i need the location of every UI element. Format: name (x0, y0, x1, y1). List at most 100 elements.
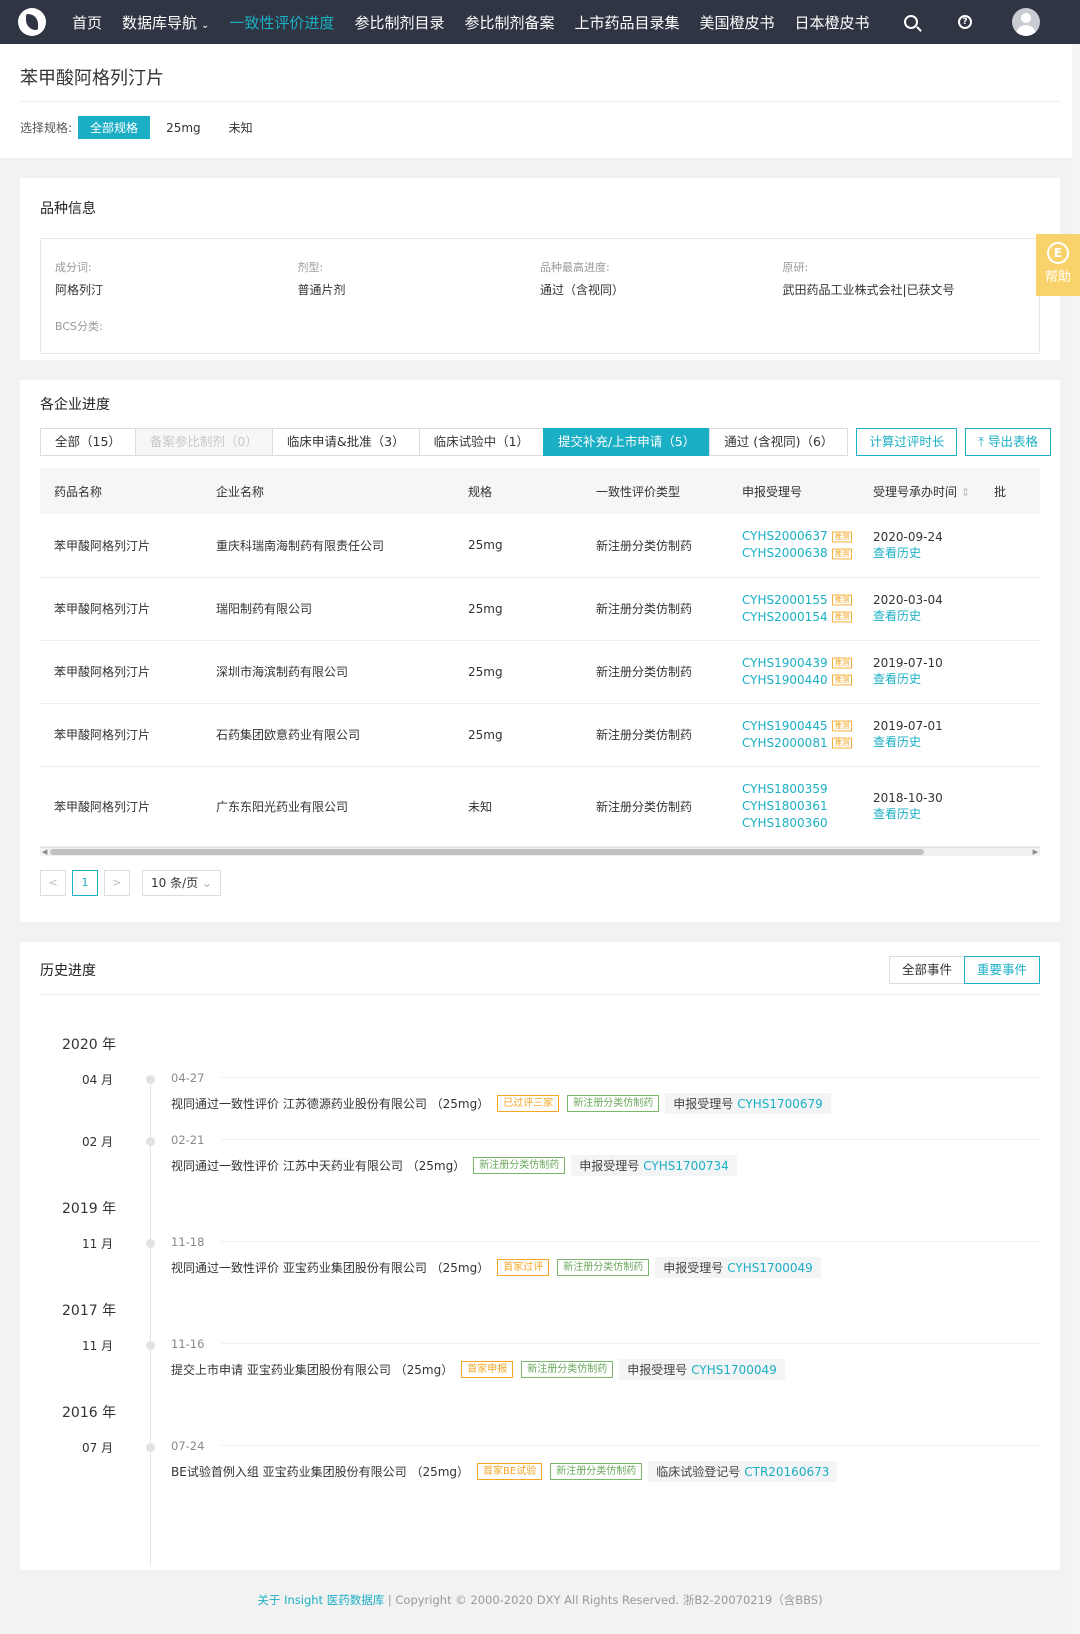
cell-more (980, 514, 1040, 578)
cell-acceptance: CYHS1800359 CYHS1800361 CYHS1800360 (728, 766, 859, 847)
nav-right: ? (904, 0, 1080, 44)
acceptance-link[interactable]: CYHS1800361 (742, 798, 828, 815)
cell-type: 新注册分类仿制药 (582, 766, 728, 847)
registration-link[interactable]: CYHS1700679 (737, 1097, 823, 1111)
page-1-button[interactable]: 1 (72, 869, 98, 896)
registration-link[interactable]: CTR20160673 (744, 1465, 829, 1479)
tab-2[interactable]: 临床申请&批准（3） (271, 428, 420, 456)
section-title: 历史进度 (40, 963, 96, 979)
inferred-badge: 推测 (831, 674, 852, 686)
scroll-thumb[interactable] (50, 848, 924, 855)
acceptance-link[interactable]: CYHS1800359 (742, 781, 828, 798)
important-events-button[interactable]: 重要事件 (963, 956, 1040, 984)
view-history-link[interactable]: 查看历史 (873, 733, 980, 750)
search-icon[interactable] (904, 15, 918, 29)
event-body: 提交上市申请 亚宝药业集团股份有限公司 （25mg） 首家申报 新注册分类仿制药 … (171, 1359, 785, 1380)
page-title: 苯甲酸阿格列汀片 (20, 44, 1060, 102)
section-title: 品种信息 (40, 201, 96, 217)
acceptance-link[interactable]: CYHS1900439 (742, 655, 828, 672)
nav-item-5[interactable]: 上市药品目录集 (574, 12, 679, 33)
spec-unknown-button[interactable]: 未知 (217, 116, 265, 139)
cell-type: 新注册分类仿制药 (582, 703, 728, 767)
acceptance-link[interactable]: CYHS2000081 (742, 735, 828, 752)
originator-link[interactable]: 武田药品工业株式会社|已获文号 (783, 281, 1026, 298)
event-date: 04-27 (171, 1071, 205, 1085)
tab-1[interactable]: 备案参比制剂（0） (134, 428, 273, 456)
event-month: 11 月 (82, 1339, 114, 1353)
copyright: Copyright © 2000-2020 DXY All Rights Res… (395, 1593, 823, 1607)
cell-spec: 25mg (454, 577, 582, 641)
col-drug: 药品名称 (40, 468, 202, 514)
help-icon[interactable]: ? (958, 15, 972, 29)
registration-link[interactable]: CYHS1700734 (643, 1159, 729, 1173)
nav-item-0[interactable]: 首页 (72, 12, 102, 33)
scroll-right-icon[interactable]: ▶ (1033, 848, 1038, 856)
registration-link[interactable]: CYHS1700049 (727, 1261, 813, 1275)
info-label: 品种最高进度: (540, 261, 610, 274)
acceptance-link[interactable]: CYHS1900440 (742, 672, 828, 689)
timeline-event: 11 月 11-16 提交上市申请 亚宝药业集团股份有限公司 （25mg） 首家… (40, 1331, 1040, 1393)
avatar[interactable] (1012, 8, 1040, 36)
chevron-down-icon: ⌄ (201, 875, 213, 890)
scroll-left-icon[interactable]: ◀ (42, 848, 47, 856)
nav-item-7[interactable]: 日本橙皮书 (795, 12, 870, 33)
acceptance-link[interactable]: CYHS2000638 (742, 545, 828, 562)
cell-acceptance: CYHS1900439 推测 CYHS1900440 推测 (728, 640, 859, 704)
nav-item-2[interactable]: 一致性评价进度 (229, 12, 334, 33)
spec-all-button[interactable]: 全部规格 (78, 116, 151, 139)
view-history-link[interactable]: 查看历史 (873, 607, 980, 624)
col-date[interactable]: 受理号承办时间 ⇕ (859, 468, 980, 514)
sort-icon[interactable]: ⇕ (961, 486, 970, 499)
view-history-link[interactable]: 查看历史 (873, 805, 980, 822)
page-size-select[interactable]: 10 条/页 ⌄ (142, 869, 222, 896)
timeline-dot-icon (146, 1137, 155, 1146)
event-month: 11 月 (82, 1237, 114, 1251)
tab-0[interactable]: 全部（15） (40, 428, 136, 456)
export-table-button[interactable]: ⤒ 导出表格 (965, 428, 1051, 456)
calc-duration-button[interactable]: 计算过评时长 (856, 428, 958, 456)
nav-item-3[interactable]: 参比制剂目录 (354, 12, 444, 33)
timeline: 2020 年 04 月 04-27 视同通过一致性评价 江苏德源药业股份有限公司… (40, 995, 1040, 1565)
info-label: 剂型: (297, 261, 324, 274)
spec-label: 选择规格: (20, 121, 73, 135)
acceptance-link[interactable]: CYHS2000154 (742, 609, 828, 626)
divider (221, 1241, 1040, 1242)
view-history-link[interactable]: 查看历史 (873, 670, 980, 687)
tab-4[interactable]: 提交补充/上市申请（5） (543, 428, 711, 456)
nav-item-1[interactable]: 数据库导航 ⌄ (122, 12, 209, 33)
footer-sep: | (384, 1593, 396, 1607)
about-link[interactable]: 关于 Insight 医药数据库 (257, 1593, 384, 1607)
event-tag: 新注册分类仿制药 (550, 1463, 643, 1480)
acceptance-link[interactable]: CYHS1900445 (742, 718, 828, 735)
horizontal-scrollbar[interactable]: ◀ ▶ (40, 846, 1040, 856)
acceptance-link[interactable]: CYHS2000637 (742, 528, 828, 545)
tab-5[interactable]: 通过 (含视同)（6） (709, 428, 849, 456)
next-page-button[interactable]: > (104, 869, 130, 896)
event-tag: 首家BE试验 (477, 1463, 543, 1480)
cell-drug: 苯甲酸阿格列汀片 (40, 703, 202, 767)
prev-page-button[interactable]: < (40, 869, 66, 896)
registration-box: 申报受理号 CYHS1700679 (665, 1093, 831, 1114)
spec-25mg-button[interactable]: 25mg (154, 118, 213, 138)
acceptance-link[interactable]: CYHS1800360 (742, 815, 828, 832)
table-row: 苯甲酸阿格列汀片 重庆科瑞南海制药有限责任公司 25mg 新注册分类仿制药 CYHS20… (40, 514, 1040, 578)
cell-date: 2018-10-30 查看历史 (859, 766, 980, 847)
view-history-link[interactable]: 查看历史 (873, 544, 980, 561)
nav-item-label: 参比制剂备案 (464, 13, 555, 32)
cell-spec: 25mg (454, 514, 582, 578)
cell-spec: 25mg (454, 640, 582, 704)
cell-company: 瑞阳制药有限公司 (202, 577, 454, 641)
all-events-button[interactable]: 全部事件 (888, 956, 965, 984)
nav-item-6[interactable]: 美国橙皮书 (699, 12, 774, 33)
nav-item-4[interactable]: 参比制剂备案 (464, 12, 554, 33)
registration-link[interactable]: CYHS1700049 (691, 1363, 777, 1377)
timeline-event: 02 月 02-21 视同通过一致性评价 江苏中天药业有限公司 （25mg） 新… (40, 1127, 1040, 1189)
info-label: 成分词: (55, 261, 92, 274)
help-widget[interactable]: E 帮助 (1036, 234, 1080, 296)
tab-3[interactable]: 临床试验中（1） (418, 428, 545, 456)
inferred-badge: 推测 (831, 657, 852, 669)
cell-date: 2019-07-10 查看历史 (859, 640, 980, 704)
acceptance-link[interactable]: CYHS2000155 (742, 592, 828, 609)
logo-icon[interactable] (18, 8, 46, 36)
event-tag: 新注册分类仿制药 (567, 1095, 660, 1112)
